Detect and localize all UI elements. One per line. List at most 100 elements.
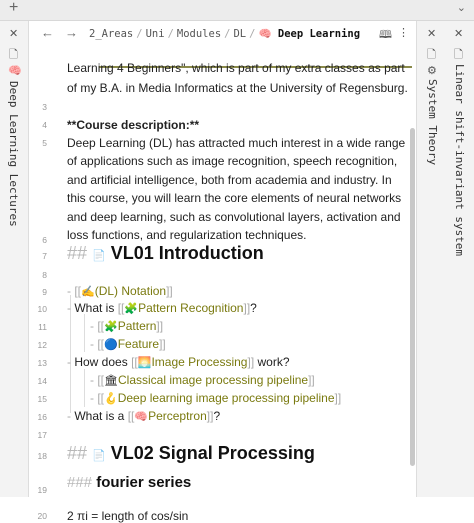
line-number: 6 <box>42 235 47 245</box>
line-number: 12 <box>37 340 47 350</box>
line-number: 16 <box>37 412 47 422</box>
left-panel-title[interactable]: Deep Learning Lectures <box>7 81 20 227</box>
list-item: - How does [[🌅Image Processing]] work? <box>67 355 290 369</box>
editor-line: Deep Learning (DL) has attracted much in… <box>67 136 406 150</box>
editor-line: and deep learning, such as convolutional… <box>67 210 401 224</box>
puzzle-icon: 🧩 <box>124 303 139 315</box>
line-number: 10 <box>37 304 47 314</box>
line-number: 11 <box>38 322 47 332</box>
internal-link[interactable]: Classical image processing pipeline <box>118 373 308 387</box>
bullet-marker: - <box>90 373 94 387</box>
line-number: 20 <box>37 511 47 521</box>
left-sidebar-panel: ✕ 🗋 🧠 Deep Learning Lectures <box>0 21 29 497</box>
close-icon[interactable]: ✕ <box>9 27 18 40</box>
bullet-marker: - <box>67 355 71 369</box>
new-tab-button[interactable]: + <box>9 0 18 17</box>
bullet-marker: - <box>67 301 71 315</box>
page-icon: 📄 <box>92 450 106 462</box>
internal-link[interactable]: Deep learning image processing pipeline <box>118 391 335 405</box>
right-panel-tab-system-theory[interactable]: System Theory <box>426 79 439 165</box>
editor-scrollbar[interactable] <box>410 128 415 466</box>
list-text: work? <box>257 355 290 369</box>
file-icon: 🗋 <box>427 49 436 61</box>
markdown-editor[interactable]: Learning 4 Beginners", which is part of … <box>29 59 408 523</box>
line-number: 13 <box>37 358 47 368</box>
breadcrumb-item[interactable]: Modules <box>177 28 221 40</box>
line-number: 4 <box>42 120 47 130</box>
internal-link[interactable]: Image Processing <box>151 355 247 369</box>
right-sidebar-panel: ✕ 🗋 ⚙ System Theory ✕ 🗋 Linear shift-inv… <box>416 21 474 497</box>
internal-link[interactable]: Perceptron <box>148 409 207 423</box>
tab-strip: + ⌄ <box>0 0 474 21</box>
line-number: 8 <box>42 270 47 280</box>
tab-list-chevron-icon[interactable]: ⌄ <box>457 1 466 14</box>
gear-icon: ⚙ <box>427 65 437 77</box>
forward-arrow-icon[interactable]: → <box>65 25 78 40</box>
line-number: 3 <box>42 102 47 112</box>
line-number: 15 <box>37 394 47 404</box>
more-options-icon[interactable]: ⋮ <box>398 26 409 39</box>
list-item: - What is [[🧩Pattern Recognition]]? <box>67 301 257 315</box>
editor-line: Learning 4 Beginners", which is part of … <box>67 61 405 75</box>
heading-marker: ## <box>67 443 88 463</box>
list-item: - [[✍(DL) Notation]] <box>67 284 173 298</box>
heading-marker: ### <box>67 474 93 491</box>
heading-fourier: ### fourier series <box>67 474 191 491</box>
link-bracket: ]] <box>166 284 173 298</box>
heading-text: fourier series <box>96 474 192 491</box>
heading-vl01: ## 📄 VL01 Introduction <box>67 243 264 264</box>
right-panel-tab-lsi-system[interactable]: Linear shift-invariant system <box>453 64 466 256</box>
editor-line-partial: 2 πi = length of cos/sin <box>67 509 189 523</box>
breadcrumb-item[interactable]: Uni <box>146 28 165 40</box>
internal-link[interactable]: Feature <box>118 337 159 351</box>
list-text: How does <box>74 355 128 369</box>
internal-link[interactable]: (DL) Notation <box>95 284 166 298</box>
link-bracket: [[ <box>97 319 105 333</box>
file-icon: 🗋 <box>9 49 18 61</box>
link-bracket: [[ <box>97 373 105 387</box>
editor-line: this course, you will learn the core ele… <box>67 191 402 205</box>
list-item: - [[🔵Feature]] <box>90 337 166 351</box>
line-number: 19 <box>37 485 47 495</box>
breadcrumb: 2_Areas / Uni / Modules / DL / 🧠 Deep Learning <box>89 27 360 40</box>
list-text: What is <box>74 301 115 315</box>
editor-line: of applications such as image recognitio… <box>67 154 398 168</box>
list-item: - What is a [[🧠Perceptron]]? <box>67 409 220 423</box>
breadcrumb-separator: / <box>136 28 143 40</box>
link-bracket: [[ <box>97 391 105 405</box>
breadcrumb-separator: / <box>249 28 256 40</box>
breadcrumb-separator: / <box>224 28 231 40</box>
main-editor-pane: ← → 2_Areas / Uni / Modules / DL / 🧠 Deep Learni… <box>29 21 412 523</box>
close-icon[interactable]: ✕ <box>427 27 436 40</box>
link-bracket: [[ <box>74 284 82 298</box>
link-bracket: ]] <box>156 319 164 333</box>
reading-view-book-icon[interactable]: 🕮 <box>379 26 392 45</box>
indent-guide <box>84 314 85 352</box>
close-icon[interactable]: ✕ <box>454 27 463 40</box>
sunrise-icon: 🌅 <box>137 357 152 369</box>
heading-marker: ## <box>67 243 88 263</box>
bullet-marker: - <box>90 319 94 333</box>
heading-text: VL01 Introduction <box>110 243 264 263</box>
internal-link[interactable]: Pattern Recognition <box>138 301 243 315</box>
brain-emoji-icon: 🧠 <box>8 65 22 77</box>
internal-link[interactable]: Pattern <box>118 319 157 333</box>
bullet-marker: - <box>67 409 71 423</box>
file-icon: 🗋 <box>454 49 463 61</box>
bullet-marker: - <box>90 337 94 351</box>
list-item: - [[🧩Pattern]] <box>90 319 163 333</box>
puzzle-icon: 🧩 <box>104 321 118 333</box>
line-number: 18 <box>37 451 47 461</box>
link-bracket: [[ <box>97 337 105 351</box>
breadcrumb-item[interactable]: DL <box>233 28 246 40</box>
line-number: 9 <box>42 287 47 297</box>
line-number: 17 <box>37 430 47 440</box>
breadcrumb-item[interactable]: 2_Areas <box>89 28 133 40</box>
list-text: ? <box>213 409 221 423</box>
link-bracket: ]] <box>247 355 255 369</box>
navigation-bar: ← → 2_Areas / Uni / Modules / DL / 🧠 Deep Learni… <box>29 21 412 47</box>
page-icon: 📄 <box>92 250 106 262</box>
hook-icon: 🪝 <box>104 393 118 405</box>
back-arrow-icon[interactable]: ← <box>41 25 54 40</box>
link-bracket: ]] <box>308 373 315 387</box>
